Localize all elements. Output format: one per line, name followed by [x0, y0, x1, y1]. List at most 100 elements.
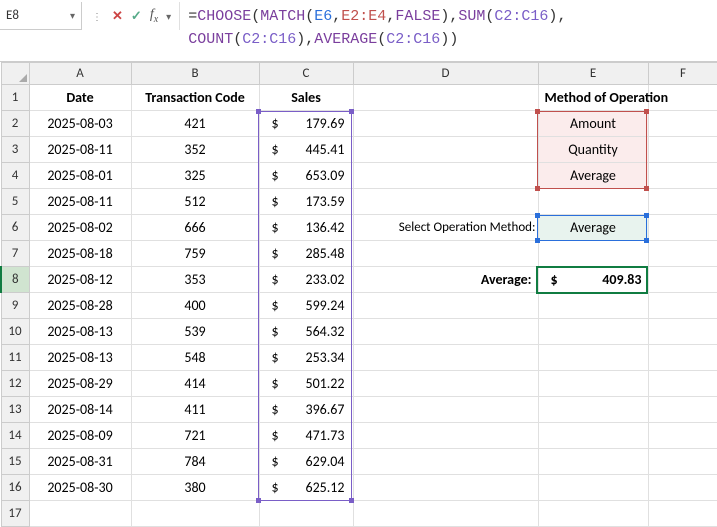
- cell[interactable]: 784: [131, 449, 259, 475]
- cell[interactable]: 721: [131, 423, 259, 449]
- row-header[interactable]: 1: [1, 85, 29, 111]
- row-header[interactable]: 16: [1, 475, 29, 501]
- row-header[interactable]: 4: [1, 163, 29, 189]
- cell[interactable]: [353, 85, 538, 111]
- cell[interactable]: [648, 215, 717, 241]
- cell[interactable]: [648, 163, 717, 189]
- cell[interactable]: [648, 501, 717, 527]
- cell[interactable]: 2025-08-13: [29, 345, 131, 371]
- cell[interactable]: [648, 85, 717, 111]
- cell[interactable]: [538, 189, 648, 215]
- cell[interactable]: [648, 293, 717, 319]
- col-header-C[interactable]: C: [259, 63, 353, 85]
- cell[interactable]: $501.22: [259, 371, 353, 397]
- cell[interactable]: $173.59: [259, 189, 353, 215]
- cell[interactable]: 2025-08-18: [29, 241, 131, 267]
- spreadsheet-grid[interactable]: A B C D E F 1 Date Transaction Code Sale…: [0, 62, 717, 527]
- row-header[interactable]: 8: [1, 267, 29, 293]
- cell[interactable]: 548: [131, 345, 259, 371]
- cell[interactable]: $445.41: [259, 137, 353, 163]
- cell[interactable]: [353, 241, 538, 267]
- cell[interactable]: $396.67: [259, 397, 353, 423]
- cell[interactable]: $625.12: [259, 475, 353, 501]
- cell[interactable]: [648, 397, 717, 423]
- cell[interactable]: Transaction Code: [131, 85, 259, 111]
- cell[interactable]: [353, 293, 538, 319]
- row-header[interactable]: 11: [1, 345, 29, 371]
- row-header[interactable]: 5: [1, 189, 29, 215]
- col-header-B[interactable]: B: [131, 63, 259, 85]
- cell[interactable]: [353, 319, 538, 345]
- cell[interactable]: $253.34: [259, 345, 353, 371]
- row-header[interactable]: 10: [1, 319, 29, 345]
- cell[interactable]: $629.04: [259, 449, 353, 475]
- cell[interactable]: 400: [131, 293, 259, 319]
- cell[interactable]: $285.48: [259, 241, 353, 267]
- cell[interactable]: [353, 163, 538, 189]
- cell[interactable]: [353, 397, 538, 423]
- cell[interactable]: [648, 241, 717, 267]
- cell[interactable]: [353, 345, 538, 371]
- row-header[interactable]: 7: [1, 241, 29, 267]
- cell[interactable]: [538, 293, 648, 319]
- cell[interactable]: [538, 241, 648, 267]
- cell[interactable]: 2025-08-13: [29, 319, 131, 345]
- row-header[interactable]: 2: [1, 111, 29, 137]
- cell[interactable]: $653.09: [259, 163, 353, 189]
- cell[interactable]: [353, 501, 538, 527]
- cell[interactable]: [648, 319, 717, 345]
- cell[interactable]: 2025-08-31: [29, 449, 131, 475]
- cell[interactable]: [648, 267, 717, 293]
- chevron-down-icon[interactable]: ▾: [70, 9, 75, 22]
- cell[interactable]: [353, 371, 538, 397]
- cell[interactable]: Average: [538, 215, 648, 241]
- cell[interactable]: [648, 423, 717, 449]
- cell[interactable]: $179.69: [259, 111, 353, 137]
- cell[interactable]: [648, 189, 717, 215]
- cell[interactable]: 2025-08-12: [29, 267, 131, 293]
- chevron-down-icon[interactable]: ▾: [166, 10, 171, 23]
- cell[interactable]: Select Operation Method:: [353, 215, 538, 241]
- cell[interactable]: 414: [131, 371, 259, 397]
- cell[interactable]: Average: [538, 163, 648, 189]
- cell[interactable]: 2025-08-30: [29, 475, 131, 501]
- cell[interactable]: [538, 449, 648, 475]
- cell[interactable]: $599.24: [259, 293, 353, 319]
- cell[interactable]: 2025-08-29: [29, 371, 131, 397]
- cell[interactable]: 539: [131, 319, 259, 345]
- cell[interactable]: 2025-08-03: [29, 111, 131, 137]
- cell[interactable]: 2025-08-11: [29, 137, 131, 163]
- col-header-F[interactable]: F: [648, 63, 717, 85]
- cell[interactable]: 352: [131, 137, 259, 163]
- row-header[interactable]: 9: [1, 293, 29, 319]
- cell[interactable]: 353: [131, 267, 259, 293]
- cell[interactable]: [353, 189, 538, 215]
- cell[interactable]: 380: [131, 475, 259, 501]
- active-cell[interactable]: $409.83: [538, 267, 648, 293]
- row-header[interactable]: 6: [1, 215, 29, 241]
- row-header[interactable]: 15: [1, 449, 29, 475]
- cell[interactable]: $233.02: [259, 267, 353, 293]
- select-all-corner[interactable]: [1, 63, 29, 85]
- cell[interactable]: $136.42: [259, 215, 353, 241]
- cell[interactable]: $564.32: [259, 319, 353, 345]
- cell[interactable]: [353, 475, 538, 501]
- cell[interactable]: [538, 371, 648, 397]
- name-box[interactable]: E8 ▾: [0, 2, 82, 30]
- cell[interactable]: [648, 137, 717, 163]
- cancel-icon[interactable]: ✕: [112, 9, 123, 24]
- col-header-A[interactable]: A: [29, 63, 131, 85]
- fx-icon[interactable]: fx: [150, 7, 158, 25]
- cell[interactable]: 2025-08-02: [29, 215, 131, 241]
- formula-input[interactable]: =CHOOSE(MATCH(E6,E2:E4,FALSE),SUM(C2:C16…: [180, 0, 717, 57]
- col-header-E[interactable]: E: [538, 63, 648, 85]
- row-header[interactable]: 12: [1, 371, 29, 397]
- dots-icon[interactable]: ⋮: [90, 10, 104, 23]
- row-header[interactable]: 14: [1, 423, 29, 449]
- cell[interactable]: [538, 397, 648, 423]
- cell[interactable]: 2025-08-11: [29, 189, 131, 215]
- cell[interactable]: Quantity: [538, 137, 648, 163]
- cell[interactable]: [29, 501, 131, 527]
- cell[interactable]: [648, 111, 717, 137]
- confirm-icon[interactable]: ✓: [131, 9, 142, 24]
